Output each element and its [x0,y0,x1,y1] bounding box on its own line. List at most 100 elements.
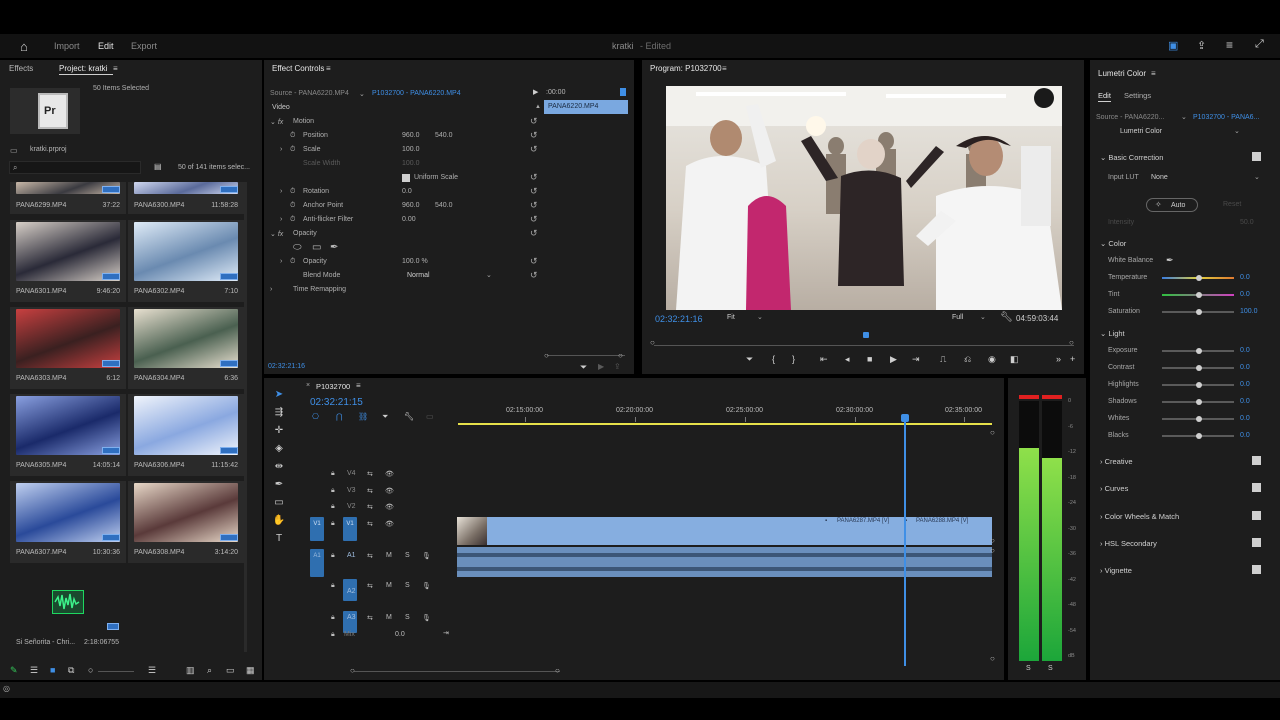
selection-tool-icon[interactable]: ➤ [272,388,286,402]
track-label-v2[interactable]: V2 [347,503,356,510]
program-video-frame[interactable] [666,86,1062,310]
temperature-knob[interactable] [1196,275,1202,281]
solo-left-button[interactable]: S [1026,665,1031,672]
audio-clip[interactable] [457,547,992,577]
tab-ec-menu-icon[interactable]: ≡ [326,64,331,73]
mute-button[interactable]: M [386,552,392,559]
sync-lock-icon[interactable]: ⇆ [367,582,373,590]
linked-icon[interactable]: ⛓ [358,412,368,421]
timeline-settings-icon[interactable]: 🔧︎ [404,412,414,421]
razor-tool-icon[interactable]: ◈ [272,442,286,456]
reset-uniform-icon[interactable]: ↺ [530,173,539,182]
icon-view-icon[interactable]: ■ [50,665,55,675]
lumetri-source[interactable]: Source - PANA6220... [1096,114,1164,121]
reset-antiflicker-icon[interactable]: ↺ [530,215,539,224]
expand-time-remap-icon[interactable]: › [270,286,272,293]
mix-jump-icon[interactable]: ⇥ [443,629,449,637]
snap-icon[interactable]: ⋂ [336,412,343,421]
eyedropper-icon[interactable]: ✒ [1166,255,1174,266]
reset-button[interactable]: Reset [1206,198,1258,212]
hscroll-track[interactable] [354,671,560,672]
ec-anc-y[interactable]: 540.0 [435,202,453,209]
stop-icon[interactable]: ■ [867,354,872,364]
light-header[interactable]: ⌄ Light [1100,329,1125,338]
comparison-view-icon[interactable]: ◧ [1010,354,1019,365]
bin-icon[interactable]: ▤ [154,162,162,171]
track-select-tool-icon[interactable]: ⇶ [272,406,286,420]
go-to-out-icon[interactable]: ⇥ [912,354,920,365]
filter-icon[interactable]: ⏷ [580,362,587,373]
tab-program-menu-icon[interactable]: ≡ [722,64,727,73]
highlights-knob[interactable] [1196,382,1202,388]
edit-tab[interactable]: Edit [98,41,114,51]
reset-motion-icon[interactable]: ↺ [530,117,539,126]
track-label-v4[interactable]: V4 [347,470,356,477]
stopwatch-icon[interactable]: ⏱ [290,132,295,140]
tab-program[interactable]: Program: P1032700 [650,64,722,73]
exposure-value[interactable]: 0.0 [1240,347,1250,354]
project-search[interactable]: ⌕ [9,161,141,174]
expand-opacity-icon[interactable]: › [280,258,282,265]
stopwatch-icon[interactable]: ⏱ [290,258,295,266]
mic-icon[interactable]: 🎙︎ [422,552,431,560]
import-tab[interactable]: Import [54,41,80,51]
expand-scale-icon[interactable]: › [280,146,282,153]
blacks-knob[interactable] [1196,433,1202,439]
stopwatch-icon[interactable]: ⏱ [290,216,295,224]
settings-wrench-icon[interactable]: 🔧︎ [1000,312,1013,323]
freeform-icon[interactable]: ⧉ [68,665,74,676]
vscroll-mid-knob[interactable]: ○ [990,536,995,545]
eye-icon[interactable]: 👁︎ [385,487,394,495]
home-icon[interactable]: ⌂ [20,39,28,54]
scrubber-end-handle[interactable]: ○ [1069,338,1074,347]
exposure-knob[interactable] [1196,348,1202,354]
reset-anchor-icon[interactable]: ↺ [530,201,539,210]
stopwatch-icon[interactable]: ⏱ [290,188,295,196]
list-view-icon[interactable]: ☰ [30,665,38,676]
captions-icon[interactable]: ▭ [426,412,434,421]
saturation-knob[interactable] [1196,309,1202,315]
mute-button[interactable]: M [386,582,392,589]
track-label-a2[interactable]: A2 [347,588,356,595]
basic-correction-checkbox[interactable] [1252,152,1261,161]
add-button-icon[interactable]: + [1070,354,1075,364]
expand-rotation-icon[interactable]: › [280,188,282,195]
track-label-v3[interactable]: V3 [347,487,356,494]
timeline-playhead[interactable] [904,416,906,666]
tab-sequence[interactable]: P1032700 [316,382,350,391]
lock-icon[interactable]: 🔒︎ [331,503,335,511]
curves-checkbox[interactable] [1252,483,1261,493]
program-timecode[interactable]: 02:32:21:16 [655,314,703,324]
track-tag-a1[interactable]: A1 [310,549,324,577]
blend-mode-select[interactable]: Normal ⌄ [404,270,494,282]
creative-section-header[interactable]: › Creative [1100,457,1133,466]
fullscreen-icon[interactable]: ⤢ [1255,38,1264,51]
solo-right-button[interactable]: S [1048,665,1053,672]
ec-clip[interactable]: P1032700 - PANA6220.MP4 [372,90,461,97]
color-header[interactable]: ⌄ Color [1100,239,1126,248]
share-icon[interactable]: ⇪ [1197,39,1206,52]
vignette-section-header[interactable]: › Vignette [1100,566,1132,575]
new-item-icon[interactable]: ▦ [246,665,255,676]
step-back-icon[interactable]: ◂ [845,354,850,365]
export-tab[interactable]: Export [131,41,157,51]
extract-icon[interactable]: ⎌ [964,354,971,365]
new-bin-icon[interactable]: ▭ [226,665,235,676]
shadows-value[interactable]: 0.0 [1240,398,1250,405]
ec-pos-x[interactable]: 960.0 [402,132,420,139]
video-clip[interactable]: ▪ PANA6287.MP4 [V] ▪ PANA6288.MP4 [V] [457,517,992,545]
ellipse-mask-icon[interactable]: ⬭ [293,242,302,253]
hand-tool-icon[interactable]: ✋ [272,514,286,528]
project-scrollbar[interactable] [244,182,247,652]
reset-blend-icon[interactable]: ↺ [530,271,539,280]
track-source-v1[interactable]: V1 [343,517,357,541]
go-to-in-icon[interactable]: ⇤ [820,354,828,365]
add-marker-icon[interactable]: ⏷ [382,412,388,422]
stopwatch-icon[interactable]: ⏱ [290,146,295,154]
ec-timecode[interactable]: 02:32:21:16 [268,363,305,370]
eye-icon[interactable]: 👁︎ [385,503,394,511]
sync-lock-icon[interactable]: ⇆ [367,503,373,511]
stopwatch-icon[interactable]: ⏱ [290,202,295,210]
timeline-timecode[interactable]: 02:32:21:15 [310,397,363,408]
track-label-a1[interactable]: A1 [347,552,356,559]
